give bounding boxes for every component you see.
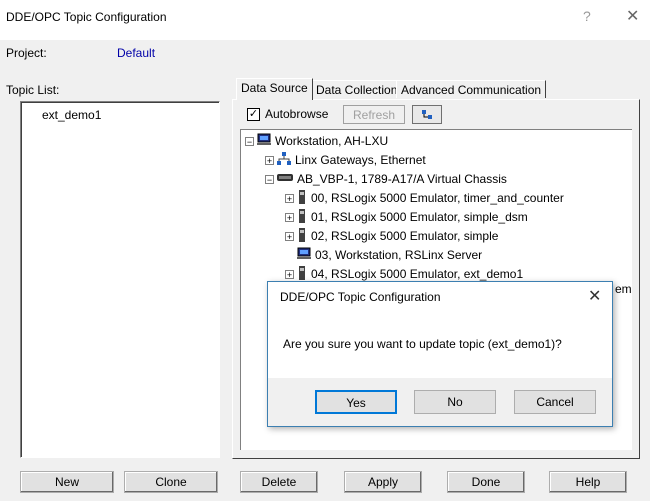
module-icon <box>297 189 307 207</box>
expand-icon[interactable]: + <box>285 231 294 241</box>
project-value: Default <box>117 46 156 60</box>
tree-node[interactable]: − AB_VBP-1, 1789-A17/A Virtual Chassis <box>265 171 507 187</box>
apply-button[interactable]: Apply <box>344 471 422 493</box>
autobrowse-checkbox[interactable]: ✓ <box>247 108 260 121</box>
help-button-bottom[interactable]: Help <box>549 471 627 493</box>
tree-node-label: 03, Workstation, RSLinx Server <box>315 248 483 262</box>
tree-node-label: 02, RSLogix 5000 Emulator, simple <box>311 229 499 243</box>
confirm-dialog: DDE/OPC Topic Configuration ✕ Are you su… <box>267 281 613 427</box>
tree-node[interactable]: +02, RSLogix 5000 Emulator, simple <box>285 227 499 245</box>
refresh-button[interactable]: Refresh <box>343 105 405 124</box>
workstation-icon <box>257 133 271 149</box>
tab-advanced-communication[interactable]: Advanced Communication <box>396 80 547 98</box>
tree-node[interactable]: +00, RSLogix 5000 Emulator, timer_and_co… <box>285 189 564 207</box>
module-icon <box>297 208 307 226</box>
cancel-button[interactable]: Cancel <box>514 390 596 414</box>
project-label: Project: <box>6 46 47 60</box>
topic-list-label: Topic List: <box>6 83 60 97</box>
tree-node-label: Workstation, AH-LXU <box>275 134 389 148</box>
done-button[interactable]: Done <box>447 471 525 493</box>
yes-button[interactable]: Yes <box>315 390 397 414</box>
collapse-icon[interactable]: − <box>245 136 254 146</box>
title-bar: DDE/OPC Topic Configuration ? ✕ <box>0 0 650 40</box>
expand-icon[interactable]: + <box>285 212 294 222</box>
close-button[interactable]: ✕ <box>626 6 639 26</box>
collapse-icon[interactable]: − <box>265 174 274 184</box>
tree-node-label: 01, RSLogix 5000 Emulator, simple_dsm <box>311 210 528 224</box>
delete-button[interactable]: Delete <box>240 471 318 493</box>
window-title: DDE/OPC Topic Configuration <box>6 10 167 24</box>
network-icon <box>277 152 291 168</box>
no-button[interactable]: No <box>414 390 496 414</box>
tab-data-source[interactable]: Data Source <box>236 78 313 100</box>
tree-node[interactable]: − Workstation, AH-LXU <box>245 133 388 149</box>
workstation-icon <box>297 247 311 263</box>
new-button[interactable]: New <box>20 471 114 493</box>
chassis-icon <box>277 171 293 187</box>
expand-icon[interactable]: + <box>285 193 294 203</box>
autobrowse-label: Autobrowse <box>265 107 329 121</box>
tree-node-label: AB_VBP-1, 1789-A17/A Virtual Chassis <box>297 172 507 186</box>
expand-icon[interactable]: + <box>285 269 294 279</box>
help-button[interactable]: ? <box>583 8 591 24</box>
tree-node[interactable]: +04, RSLogix 5000 Emulator, ext_demo1 <box>285 265 524 283</box>
dialog-title: DDE/OPC Topic Configuration <box>280 290 441 304</box>
browse-tree-icon <box>422 110 432 119</box>
tab-data-collection[interactable]: Data Collection <box>311 80 403 98</box>
tree-node-label: Linx Gateways, Ethernet <box>295 153 426 167</box>
dialog-close-button[interactable]: ✕ <box>588 286 601 306</box>
dialog-message: Are you sure you want to update topic (e… <box>283 337 562 351</box>
tree-node-label: 04, RSLogix 5000 Emulator, ext_demo1 <box>311 267 524 281</box>
browse-tree-button[interactable] <box>412 105 442 124</box>
tree-overflow-text: em <box>615 282 632 296</box>
tree-node[interactable]: +01, RSLogix 5000 Emulator, simple_dsm <box>285 208 528 226</box>
topic-list-item[interactable]: ext_demo1 <box>42 108 101 122</box>
tree-node[interactable]: + Linx Gateways, Ethernet <box>265 152 426 168</box>
topic-list[interactable]: ext_demo1 <box>20 101 220 458</box>
tree-node-label: 00, RSLogix 5000 Emulator, timer_and_cou… <box>311 191 564 205</box>
expand-icon[interactable]: + <box>265 155 274 165</box>
module-icon <box>297 265 307 283</box>
clone-button[interactable]: Clone <box>124 471 218 493</box>
tree-node[interactable]: 03, Workstation, RSLinx Server <box>297 247 482 263</box>
module-icon <box>297 227 307 245</box>
